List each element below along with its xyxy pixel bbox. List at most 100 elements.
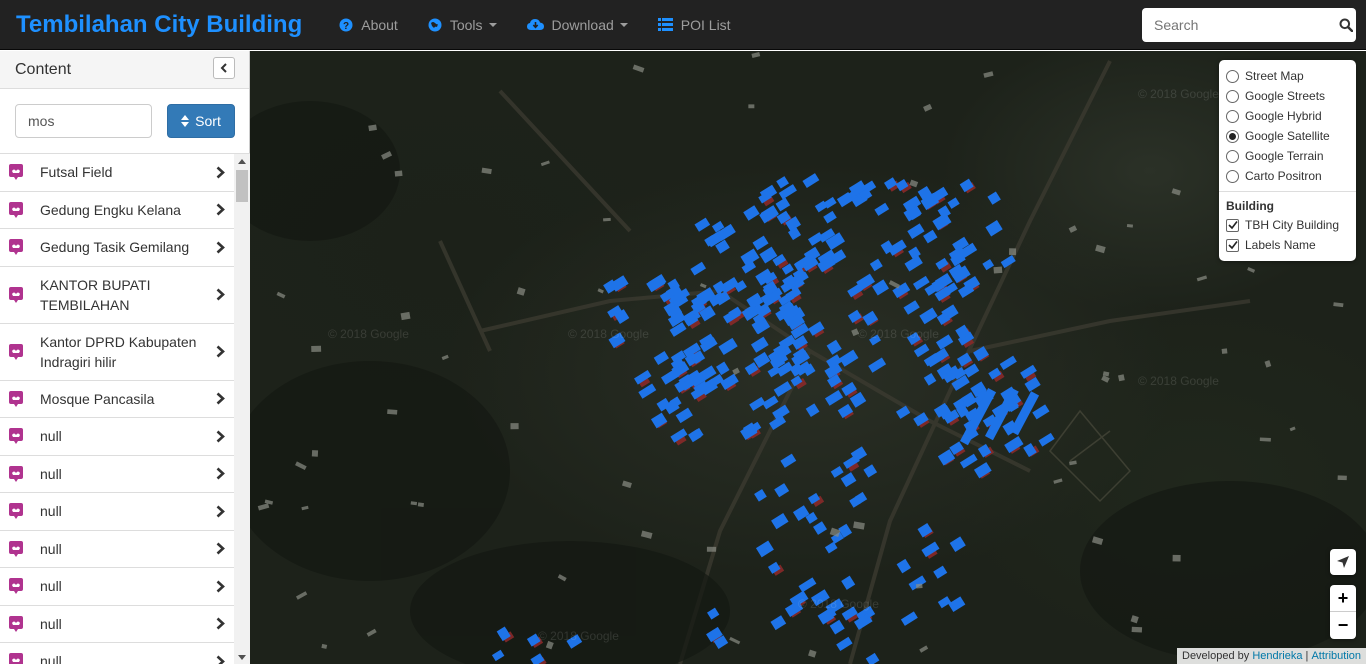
zoom-control: + − xyxy=(1330,585,1356,639)
zoom-in-button[interactable]: + xyxy=(1330,585,1356,612)
scroll-thumb[interactable] xyxy=(236,170,248,202)
search-icon[interactable] xyxy=(1335,9,1356,41)
sidebar-collapse-button[interactable] xyxy=(213,57,235,79)
basemap-option[interactable]: Google Hybrid xyxy=(1226,106,1350,126)
poi-list-item[interactable]: null xyxy=(0,606,234,643)
chevron-right-icon xyxy=(214,203,226,217)
author-link[interactable]: Hendrieka xyxy=(1252,650,1302,662)
map-watermark: © 2018 Google xyxy=(858,327,939,341)
checkbox[interactable] xyxy=(1226,238,1239,252)
chevron-right-icon xyxy=(214,654,226,664)
overlay-option[interactable]: TBH City Building xyxy=(1226,215,1350,235)
poi-list-item[interactable]: null xyxy=(0,493,234,531)
check-icon xyxy=(1227,241,1238,250)
scroll-down-arrow-icon[interactable] xyxy=(238,655,246,660)
poi-list-item[interactable]: KANTOR BUPATI TEMBILAHAN xyxy=(0,267,234,324)
poi-list-item[interactable]: null xyxy=(0,643,234,664)
poi-list-item-label: null xyxy=(40,503,62,520)
poi-list-item-label: Futsal Field xyxy=(40,164,113,181)
basemap-option[interactable]: Street Map xyxy=(1226,66,1350,86)
attribution-separator: | xyxy=(1305,650,1309,662)
poi-marker-icon xyxy=(8,343,24,360)
poi-list[interactable]: Futsal Field Gedung Engku Kelana Gedung Ta… xyxy=(0,153,250,664)
radio-button[interactable] xyxy=(1226,89,1239,103)
nav-tools-label: Tools xyxy=(449,16,483,33)
map-watermark: © 2018 Google xyxy=(1138,374,1219,388)
search-input[interactable] xyxy=(1142,9,1335,41)
nav-poi-list-label: POI List xyxy=(680,16,731,33)
sort-button[interactable]: Sort xyxy=(167,104,235,138)
filter-input[interactable] xyxy=(15,104,152,138)
nav-poi-list[interactable]: POI List xyxy=(643,0,746,50)
checkbox[interactable] xyxy=(1226,218,1239,232)
chevron-right-icon xyxy=(214,165,226,179)
map-view[interactable]: © 2018 Google © 2018 Google © 2018 Googl… xyxy=(250,51,1366,664)
poi-marker-icon xyxy=(8,503,24,520)
globe-icon xyxy=(428,18,442,32)
filter-row: Sort xyxy=(0,89,249,153)
poi-list-item-label: null xyxy=(40,540,62,557)
overlay-group-title: Building xyxy=(1226,199,1274,213)
radio-button[interactable] xyxy=(1226,109,1239,123)
poi-marker-icon xyxy=(8,390,24,407)
poi-list-item[interactable]: Kantor DPRD Kabupaten Indragiri hilir xyxy=(0,324,234,381)
zoom-out-button[interactable]: − xyxy=(1330,612,1356,639)
basemap-option[interactable]: Carto Positron xyxy=(1226,166,1350,186)
basemap-option[interactable]: Google Terrain xyxy=(1226,146,1350,166)
check-icon xyxy=(1227,221,1238,230)
poi-marker-icon xyxy=(8,465,24,482)
sidebar: Content Sort Futsal Field Gedung Engku Ke… xyxy=(0,51,250,664)
poi-list-item[interactable]: null xyxy=(0,418,234,456)
poi-marker-icon xyxy=(8,540,24,557)
basemap-option[interactable]: Google Streets xyxy=(1226,86,1350,106)
poi-list-item[interactable]: null xyxy=(0,531,234,568)
map-watermark: © 2018 Google xyxy=(328,327,409,341)
radio-button[interactable] xyxy=(1226,129,1239,143)
poi-marker-icon xyxy=(8,428,24,445)
poi-list-item[interactable]: Futsal Field xyxy=(0,154,234,192)
nav-tools[interactable]: Tools xyxy=(413,0,512,50)
radio-button[interactable] xyxy=(1226,169,1239,183)
map-attribution: Developed by Hendrieka | Attribution xyxy=(1177,648,1366,664)
poi-list-item-label: null xyxy=(40,615,62,632)
chevron-down-icon xyxy=(619,22,628,27)
question-circle-icon: ? xyxy=(339,18,353,32)
sort-icon xyxy=(181,115,190,127)
scroll-up-arrow-icon[interactable] xyxy=(238,159,246,164)
poi-list-item-label: Gedung Engku Kelana xyxy=(40,201,181,218)
poi-marker-icon xyxy=(8,578,24,595)
poi-list-item[interactable]: null xyxy=(0,568,234,606)
map-watermark: © 2018 Google xyxy=(568,327,649,341)
poi-list-item-label: null xyxy=(40,465,62,482)
nav-about[interactable]: ? About xyxy=(324,0,413,50)
chevron-right-icon xyxy=(214,240,226,254)
poi-list-item[interactable]: null xyxy=(0,456,234,493)
map-watermark: © 2018 Google xyxy=(798,597,879,611)
map-watermark: © 2018 Google xyxy=(1138,87,1219,101)
sort-button-label: Sort xyxy=(195,113,221,129)
radio-button[interactable] xyxy=(1226,69,1239,83)
poi-list-item[interactable]: Gedung Tasik Gemilang xyxy=(0,229,234,267)
overlay-option[interactable]: Labels Name xyxy=(1226,235,1350,255)
locate-button[interactable] xyxy=(1330,549,1356,575)
radio-button[interactable] xyxy=(1226,149,1239,163)
chevron-right-icon xyxy=(214,392,226,406)
svg-text:?: ? xyxy=(343,21,349,32)
poi-list-item[interactable]: Gedung Engku Kelana xyxy=(0,192,234,229)
basemap-option[interactable]: Google Satellite xyxy=(1226,126,1350,146)
attribution-link[interactable]: Attribution xyxy=(1311,650,1361,662)
poi-marker-icon xyxy=(8,286,24,303)
poi-list-item[interactable]: Mosque Pancasila xyxy=(0,381,234,418)
list-scrollbar[interactable] xyxy=(234,154,250,664)
nav-download[interactable]: Download xyxy=(512,0,643,50)
sidebar-title: Content xyxy=(15,60,72,78)
basemap-option-label: Carto Positron xyxy=(1245,169,1322,183)
poi-list-item-label: Mosque Pancasila xyxy=(40,390,155,407)
sidebar-header: Content xyxy=(0,51,249,89)
poi-list-item-label: null xyxy=(40,653,62,664)
poi-marker-icon xyxy=(8,164,24,181)
app-title[interactable]: Tembilahan City Building xyxy=(0,11,324,39)
poi-marker-icon xyxy=(8,653,24,664)
poi-list-item-label: null xyxy=(40,578,62,595)
poi-marker-icon xyxy=(8,615,24,632)
